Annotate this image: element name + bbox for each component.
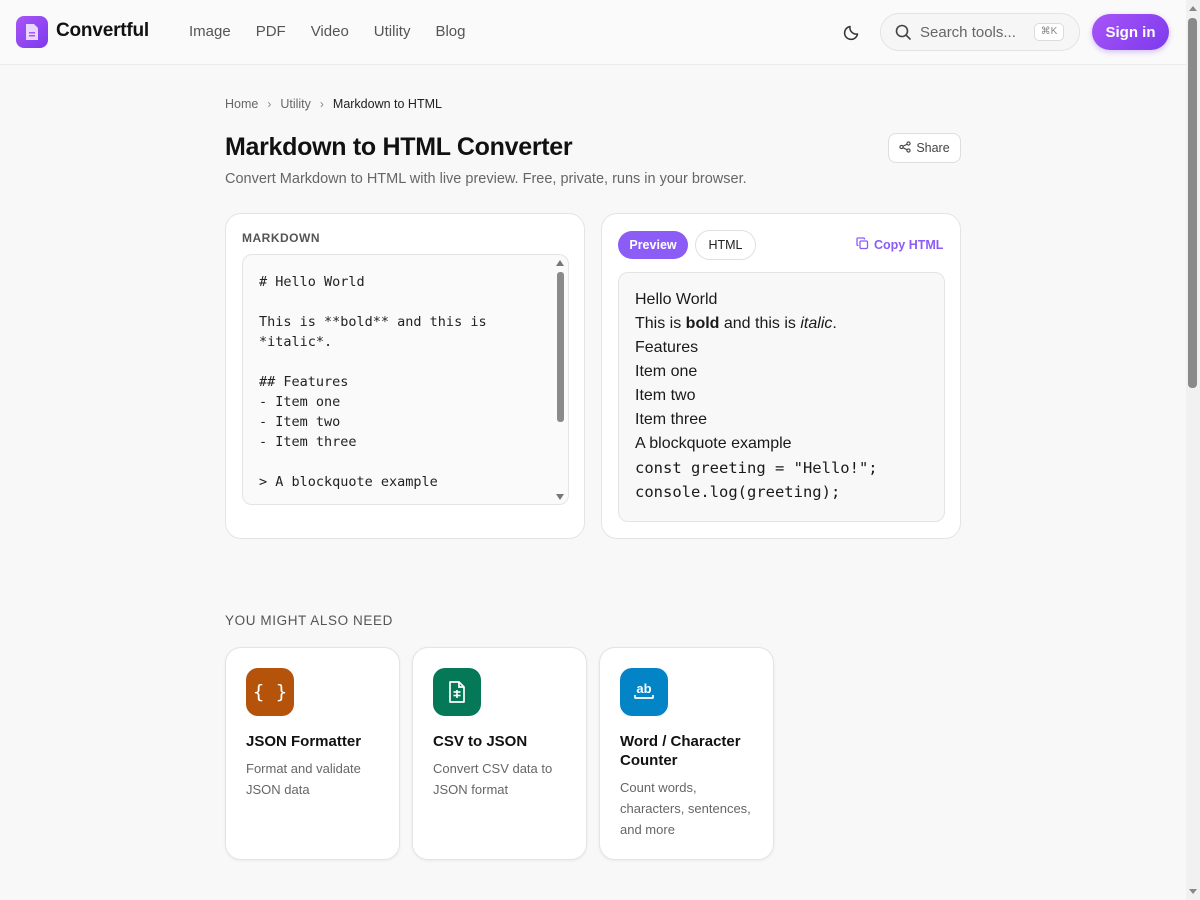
braces-icon: { } (246, 668, 294, 716)
moon-icon[interactable] (843, 23, 861, 41)
breadcrumb-utility[interactable]: Utility (280, 97, 311, 111)
related-heading: YOU MIGHT ALSO NEED (225, 613, 393, 628)
card-description: Convert CSV data to JSON format (433, 761, 553, 797)
nav-blog[interactable]: Blog (435, 23, 465, 40)
breadcrumb-home[interactable]: Home (225, 97, 258, 111)
search-placeholder: Search tools... (920, 24, 1016, 41)
related-card-word-counter[interactable]: ab Word / Character Counter Count words,… (599, 647, 774, 860)
nav-video[interactable]: Video (311, 23, 349, 40)
page-title: Markdown to HTML Converter (225, 133, 573, 161)
preview-code-line: console.log(greeting); (635, 483, 841, 501)
preview-subheading: Features (635, 339, 699, 356)
page-scrollbar[interactable] (1186, 0, 1200, 900)
scroll-down-arrow[interactable] (1189, 889, 1197, 894)
main-nav: Image PDF Video Utility Blog (189, 23, 491, 40)
card-title: Word / Character Counter (620, 733, 741, 769)
copy-html-button[interactable]: Copy HTML (856, 237, 943, 253)
share-button[interactable]: Share (888, 133, 961, 163)
brand-name[interactable]: Convertful (56, 20, 149, 42)
copy-html-label: Copy HTML (874, 238, 944, 252)
related-card-json-formatter[interactable]: { } JSON Formatter Format and validate J… (225, 647, 400, 860)
preview-list-item: Item three (635, 411, 708, 428)
search-shortcut: ⌘K (1034, 23, 1064, 41)
preview-output: Hello World This is bold and this is ita… (618, 272, 945, 522)
share-label: Share (916, 141, 950, 155)
preview-list-item: Item one (635, 363, 698, 380)
nav-image[interactable]: Image (189, 23, 231, 40)
nav-pdf[interactable]: PDF (256, 23, 286, 40)
search-icon (895, 24, 912, 46)
editor-scroll-up[interactable] (556, 260, 564, 266)
copy-icon (856, 237, 869, 253)
card-description: Count words, characters, sentences, and … (620, 780, 751, 837)
search-box[interactable]: Search tools... ⌘K (880, 13, 1080, 51)
top-header: Convertful Image PDF Video Utility Blog … (0, 0, 1186, 65)
svg-text:ab: ab (636, 682, 651, 696)
preview-paragraph: This is bold and this is italic. (635, 315, 837, 332)
ab-text-icon: ab (620, 668, 668, 716)
chevron-right-icon: › (267, 97, 272, 111)
file-sheet-icon (433, 668, 481, 716)
card-title: JSON Formatter (246, 733, 362, 750)
sign-in-button[interactable]: Sign in (1092, 14, 1169, 50)
tab-preview[interactable]: Preview (618, 231, 688, 259)
preview-list-item: Item two (635, 387, 696, 404)
tab-html[interactable]: HTML (695, 230, 756, 260)
preview-code-line: const greeting = "Hello!"; (635, 459, 878, 477)
editor-scrollbar[interactable] (556, 260, 565, 500)
related-card-csv-to-json[interactable]: CSV to JSON Convert CSV data to JSON for… (412, 647, 587, 860)
editor-scroll-thumb[interactable] (557, 272, 564, 422)
markdown-editor[interactable]: # Hello World This is **bold** and this … (242, 254, 569, 505)
markdown-input[interactable]: # Hello World This is **bold** and this … (259, 272, 487, 492)
card-description: Format and validate JSON data (246, 761, 361, 797)
page-subtitle: Convert Markdown to HTML with live previ… (225, 171, 747, 187)
chevron-right-icon: › (319, 97, 324, 111)
share-icon (899, 140, 911, 156)
preview-heading: Hello World (635, 291, 718, 308)
breadcrumb-current: Markdown to HTML (332, 97, 442, 111)
markdown-panel: MARKDOWN # Hello World This is **bold** … (225, 213, 585, 539)
logo-icon[interactable] (16, 16, 48, 48)
scroll-up-arrow[interactable] (1189, 6, 1197, 11)
scroll-thumb[interactable] (1188, 18, 1197, 388)
card-title: CSV to JSON (433, 733, 528, 750)
breadcrumb: Home › Utility › Markdown to HTML (225, 97, 442, 111)
editor-scroll-down[interactable] (556, 494, 564, 500)
preview-panel: Preview HTML Copy HTML Hello World This … (601, 213, 961, 539)
markdown-label: MARKDOWN (242, 231, 320, 245)
nav-utility[interactable]: Utility (374, 23, 411, 40)
preview-blockquote: A blockquote example (635, 435, 792, 452)
